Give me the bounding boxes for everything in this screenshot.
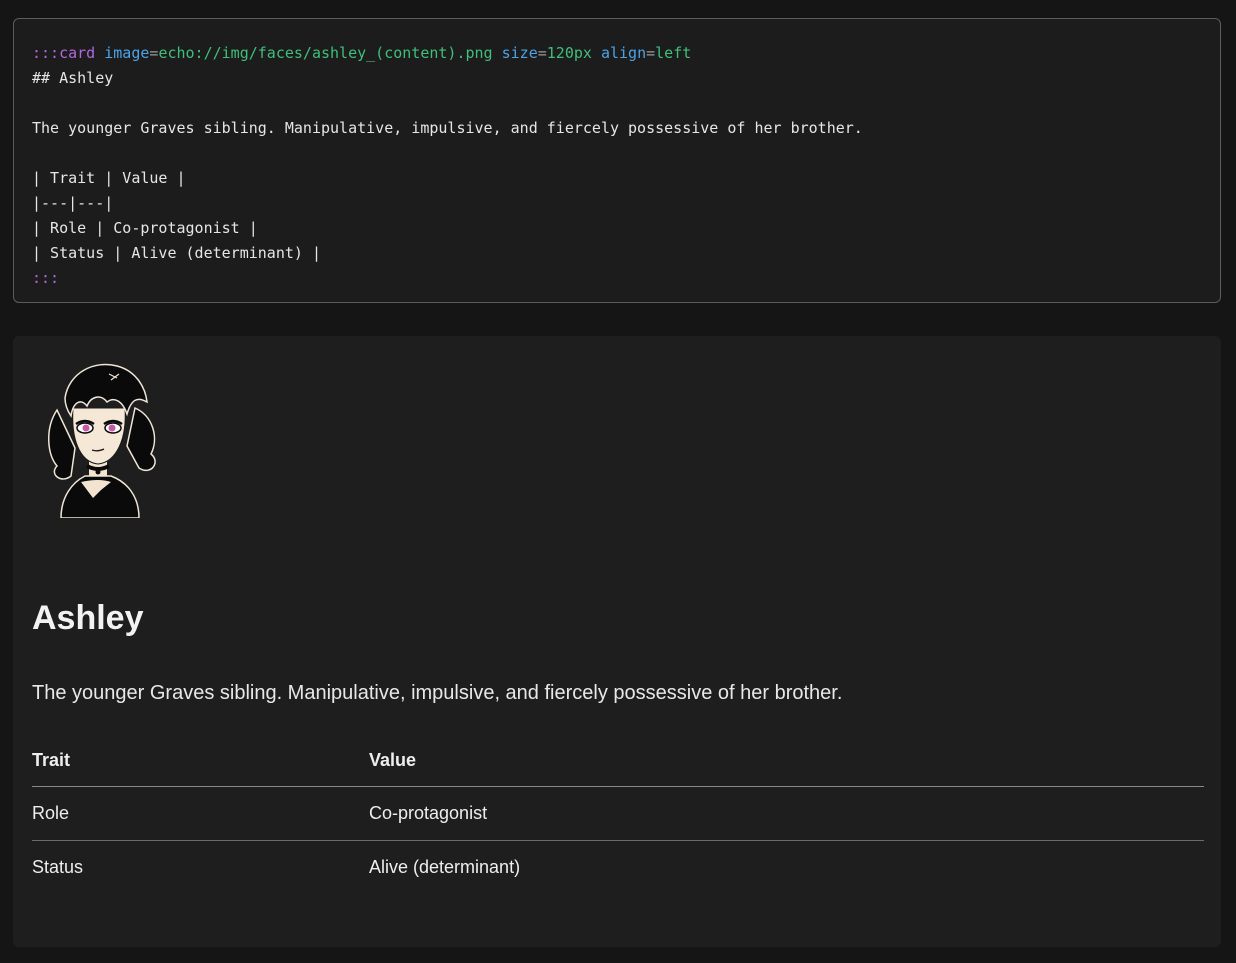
table-header-row: Trait Value <box>32 734 1204 787</box>
attr-value-size: 120px <box>546 44 592 62</box>
code-line-card-open: :::card image = echo://img/faces/ashley_(c… <box>32 41 1202 66</box>
code-line-table-row-status: | Status | Alive (determinant) | <box>32 244 321 262</box>
code-line-table-row-role: | Role | Co-protagonist | <box>32 219 258 237</box>
block-type-token: card <box>59 44 96 62</box>
table-row: Role Co-protagonist <box>32 786 1204 841</box>
source-code-block[interactable]: :::card image = echo://img/faces/ashley_(c… <box>13 18 1221 303</box>
attr-value-align: left <box>655 44 692 62</box>
column-header-trait: Trait <box>32 734 369 787</box>
trait-table: Trait Value Role Co-protagonist Status A… <box>32 734 1204 894</box>
code-line-table-divider: |---|---| <box>32 194 114 212</box>
table-cell-value: Co-protagonist <box>369 786 1204 841</box>
code-line-table-header: | Trait | Value | <box>32 169 186 187</box>
attr-equals: = <box>646 44 656 62</box>
attr-key-size: size <box>501 44 538 62</box>
fence-token: ::: <box>32 269 60 287</box>
table-cell-value: Alive (determinant) <box>369 857 521 877</box>
attr-key-align: align <box>600 44 647 62</box>
attr-value-image: echo://img/faces/ashley_(content).png <box>158 44 493 62</box>
rendered-card: Ashley The younger Graves sibling. Manip… <box>13 336 1221 947</box>
table-cell-trait: Role <box>32 786 369 841</box>
attr-key-image: image <box>104 44 150 62</box>
column-header-value: Value <box>369 734 1204 787</box>
code-line-heading: ## Ashley <box>32 69 114 87</box>
table-row: Status Alive (determinant) <box>32 841 1204 895</box>
code-line-description: The younger Graves sibling. Manipulative… <box>32 119 863 137</box>
code-line-card-close: ::: <box>32 266 1202 291</box>
table-cell-trait: Status <box>32 857 84 877</box>
card-title: Ashley <box>32 599 144 637</box>
character-portrait <box>48 363 156 518</box>
fence-token: ::: <box>32 44 60 62</box>
card-description: The younger Graves sibling. Manipulative… <box>32 682 843 704</box>
attr-equals: = <box>537 44 547 62</box>
